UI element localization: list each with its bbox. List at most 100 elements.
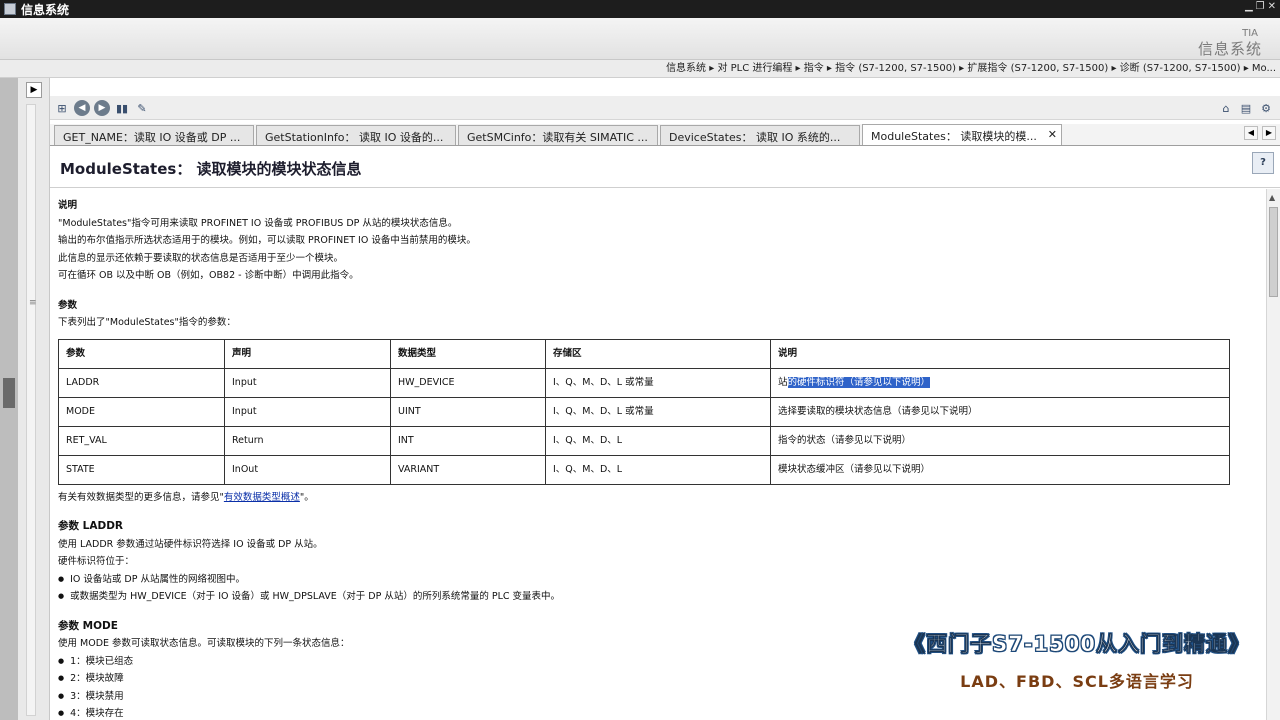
table-cell: INT <box>390 425 546 456</box>
column-header: 参数 <box>58 338 225 369</box>
help-content: 说明 "ModuleStates"指令可用来读取 PROFINET IO 设备或… <box>50 189 1266 720</box>
table-cell: Return <box>224 425 391 456</box>
tab-device-states[interactable]: DeviceStates： 读取 IO 系统的... <box>660 125 860 145</box>
column-header: 存储区 <box>545 338 771 369</box>
tab-get-station-info[interactable]: GetStationInfo： 读取 IO 设备的... <box>256 125 456 145</box>
bookmark-icon[interactable]: ▮▮ <box>114 100 130 116</box>
scroll-thumb[interactable] <box>1269 207 1278 297</box>
table-row: LADDR Input HW_DEVICE I、Q、M、D、L 或常量 站的硬件… <box>58 367 1230 398</box>
page-header: ModuleStates： 读取模块的模块状态信息 ? <box>50 146 1280 188</box>
tab-label: ModuleStates： 读取模块的模... <box>871 130 1037 143</box>
table-cell[interactable]: 站的硬件标识符（请参见以下说明） <box>770 367 1230 398</box>
desc-line: 可在循环 OB 以及中断 OB（例如，OB82 - 诊断中断）中调用此指令。 <box>58 270 359 281</box>
window-titlebar: 信息系统 ▁ ❐ ✕ <box>0 0 1280 18</box>
forward-icon[interactable]: ▶ <box>94 100 110 116</box>
table-header-row: 参数 声明 数据类型 存储区 说明 <box>58 338 1230 369</box>
table-row: RET_VAL Return INT I、Q、M、D、L 指令的状态（请参见以下… <box>58 425 1230 456</box>
selected-text[interactable]: 的硬件标识符（请参见以下说明） <box>787 376 931 388</box>
table-cell: RET_VAL <box>58 425 225 456</box>
params-table: 参数 声明 数据类型 存储区 说明 LADDR Input HW_DEVICE … <box>58 338 1230 485</box>
table-cell: MODE <box>58 396 225 427</box>
left-sidebar <box>0 78 18 720</box>
expand-panel-button[interactable]: ▶ <box>26 82 42 98</box>
panel-grip-icon[interactable]: ≡ <box>29 298 37 308</box>
sidebar-vertical-tab[interactable] <box>3 378 15 408</box>
print-icon[interactable]: ▤ <box>1238 100 1254 116</box>
table-cell: HW_DEVICE <box>390 367 546 398</box>
table-cell: Input <box>224 367 391 398</box>
back-icon[interactable]: ◀ <box>74 100 90 116</box>
cell-prefix: 站 <box>778 376 788 388</box>
table-row: MODE Input UINT I、Q、M、D、L 或常量 选择要读取的模块状态… <box>58 396 1230 427</box>
table-cell: LADDR <box>58 367 225 398</box>
list-item: 或数据类型为 HW_DEVICE（对于 IO 设备）或 HW_DPSLAVE（对… <box>58 588 1258 606</box>
help-toolbar: ⊞ ◀ ▶ ▮▮ ✎ ⌂ ▤ ⚙ <box>50 96 1280 120</box>
table-cell: VARIANT <box>390 454 546 485</box>
desc-line: "ModuleStates"指令可用来读取 PROFINET IO 设备或 PR… <box>58 217 458 229</box>
document-tabs: GET_NAME：读取 IO 设备或 DP ... GetStationInfo… <box>50 124 1280 146</box>
params-heading: 参数 <box>58 299 78 311</box>
desc-line: 此信息的显示还依赖于要读取的状态信息是否适用于至少一个模块。 <box>58 252 344 264</box>
table-cell: 指令的状态（请参见以下说明） <box>770 425 1230 456</box>
tree-icon[interactable]: ⊞ <box>54 100 70 116</box>
laddr-line: 硬件标识符位于： <box>58 556 135 567</box>
laddr-heading: 参数 LADDR <box>58 520 123 532</box>
breadcrumb[interactable]: 信息系统 ▸ 对 PLC 进行编程 ▸ 指令 ▸ 指令 (S7-1200, S7… <box>0 60 1280 78</box>
mode-line: 使用 MODE 参数可读取状态信息。可读取模块的下列一条状态信息： <box>58 638 350 649</box>
app-icon <box>4 3 16 15</box>
tab-next-button[interactable]: ▶ <box>1262 126 1276 140</box>
table-cell: I、Q、M、D、L <box>545 425 771 456</box>
note-text: 有关有效数据类型的更多信息，请参见" <box>58 491 224 503</box>
scroll-up-icon[interactable]: ▲ <box>1269 193 1275 202</box>
home-icon[interactable]: ⌂ <box>1218 100 1234 116</box>
table-cell: I、Q、M、D、L <box>545 454 771 485</box>
brand-tia: TIA <box>1242 28 1258 39</box>
list-item: 3：模块禁用 <box>58 688 1258 706</box>
params-intro: 下表列出了"ModuleStates"指令的参数： <box>58 317 236 328</box>
table-cell: InOut <box>224 454 391 485</box>
tab-close-icon[interactable]: ✕ <box>1048 128 1057 141</box>
list-item: 2：模块故障 <box>58 670 1258 688</box>
datatype-note: 有关有效数据类型的更多信息，请参见"有效数据类型概述"。 <box>58 489 1258 507</box>
restore-icon[interactable]: ❐ <box>1256 1 1265 12</box>
help-toggle-icon[interactable]: ? <box>1252 152 1274 174</box>
datatype-link[interactable]: 有效数据类型概述 <box>224 492 300 503</box>
mode-heading: 参数 MODE <box>58 619 118 632</box>
desc-heading: 说明 <box>58 200 78 211</box>
brand-name: 信息系统 <box>1197 40 1262 58</box>
column-header: 数据类型 <box>390 338 546 369</box>
header-band: TIA 信息系统 <box>0 18 1280 60</box>
table-cell: Input <box>224 396 391 427</box>
list-item: 1：模块已组态 <box>58 653 1258 671</box>
table-cell: 模块状态缓冲区（请参见以下说明） <box>770 454 1230 485</box>
edit-note-icon[interactable]: ✎ <box>134 100 150 116</box>
window-controls: ▁ ❐ ✕ <box>1245 1 1276 12</box>
tab-get-name[interactable]: GET_NAME：读取 IO 设备或 DP ... <box>54 125 254 145</box>
tab-module-states[interactable]: ModuleStates： 读取模块的模... ✕ <box>862 124 1062 145</box>
page-title: ModuleStates： 读取模块的模块状态信息 <box>60 160 362 178</box>
laddr-line: 使用 LADDR 参数通过站硬件标识符选择 IO 设备或 DP 从站。 <box>58 538 323 550</box>
table-row: STATE InOut VARIANT I、Q、M、D、L 模块状态缓冲区（请参… <box>58 454 1230 485</box>
tab-navigation: ◀ ▶ <box>1244 126 1276 140</box>
column-header: 说明 <box>770 338 1230 369</box>
list-item: 4：模块存在 <box>58 705 1258 720</box>
brand-logo: TIA 信息系统 <box>1198 28 1262 59</box>
navigation-panel: ▶ ≡ <box>18 78 50 720</box>
tab-get-smc-info[interactable]: GetSMCinfo：读取有关 SIMATIC ... <box>458 125 658 145</box>
column-header: 声明 <box>224 338 391 369</box>
table-cell: STATE <box>58 454 225 485</box>
note-text: "。 <box>299 491 314 503</box>
settings-icon[interactable]: ⚙ <box>1258 100 1274 116</box>
list-item: IO 设备站或 DP 从站属性的网络视图中。 <box>58 571 1258 589</box>
table-cell: UINT <box>390 396 546 427</box>
window-title: 信息系统 <box>21 2 70 17</box>
content-scrollbar[interactable]: ▲ <box>1266 189 1280 720</box>
panel-scrollbar[interactable] <box>26 104 36 716</box>
table-cell: I、Q、M、D、L 或常量 <box>545 367 771 398</box>
close-icon[interactable]: ✕ <box>1268 1 1276 12</box>
table-cell: I、Q、M、D、L 或常量 <box>545 396 771 427</box>
table-cell: 选择要读取的模块状态信息（请参见以下说明） <box>770 396 1230 427</box>
desc-line: 输出的布尔值指示所选状态适用于的模块。例如，可以读取 PROFINET IO 设… <box>58 235 476 246</box>
tab-prev-button[interactable]: ◀ <box>1244 126 1258 140</box>
minimize-icon[interactable]: ▁ <box>1245 1 1253 12</box>
